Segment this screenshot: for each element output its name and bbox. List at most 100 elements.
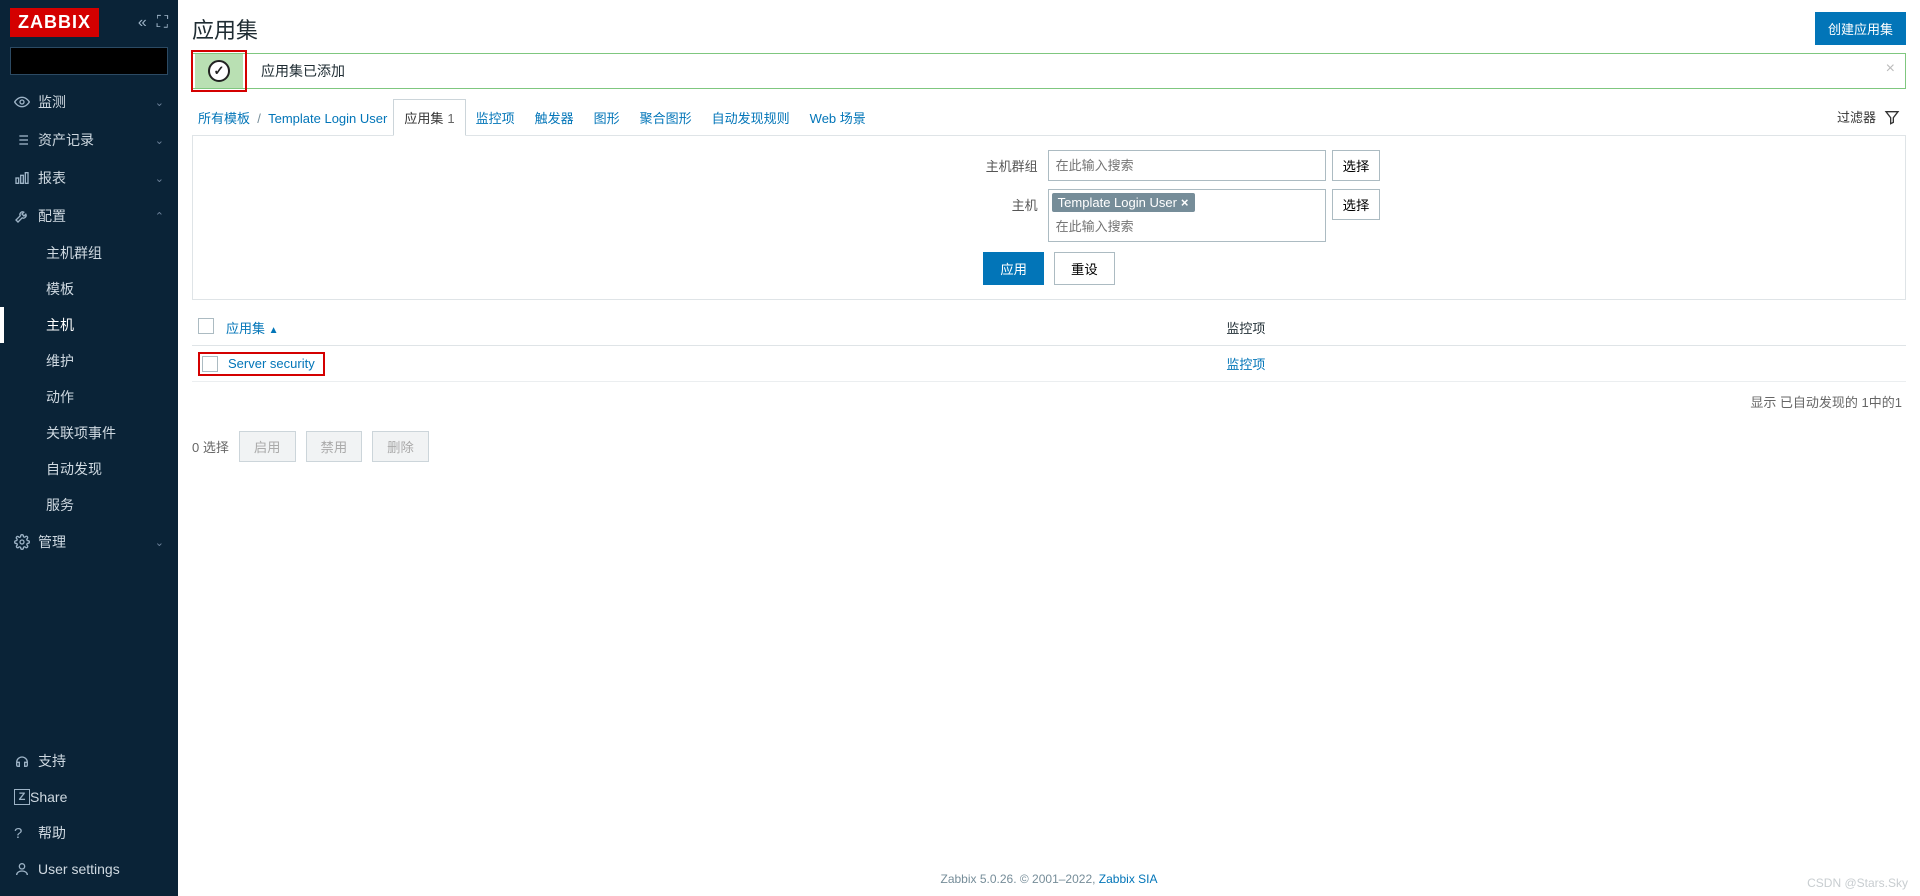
collapse-sidebar-icon[interactable]: «: [138, 14, 147, 32]
page-title: 应用集: [192, 13, 258, 45]
main-content: 应用集 创建应用集 ✓ 应用集已添加 × 所有模板 / Template Log…: [178, 0, 1920, 896]
chevron-down-icon: ⌄: [155, 96, 164, 109]
sidebar-header: ZABBIX « ⛶: [0, 0, 178, 43]
tab-discovery-rules[interactable]: 自动发现规则: [702, 100, 800, 135]
gear-icon: [14, 534, 38, 550]
page-header: 应用集 创建应用集: [178, 0, 1920, 53]
check-icon: ✓: [208, 60, 230, 82]
nav-sub-templates[interactable]: 模板: [0, 271, 178, 307]
tab-graphs[interactable]: 图形: [584, 100, 630, 135]
tab-applications[interactable]: 应用集1: [393, 99, 465, 136]
hostgroup-multiselect[interactable]: [1048, 150, 1326, 181]
page-footer: Zabbix 5.0.26. © 2001–2022, Zabbix SIA: [178, 854, 1920, 896]
filter-panel: 主机群组 选择 主机 Template Log: [192, 136, 1906, 300]
filter-icon: [1884, 109, 1900, 125]
breadcrumb: 所有模板 / Template Login User: [192, 100, 393, 135]
apply-filter-button[interactable]: 应用: [983, 252, 1044, 285]
nav-label: 报表: [38, 168, 155, 188]
nav-sub-hosts[interactable]: 主机: [0, 307, 178, 343]
reset-filter-button[interactable]: 重设: [1054, 252, 1115, 285]
close-message-button[interactable]: ×: [1886, 60, 1895, 78]
user-icon: [14, 861, 38, 877]
nav-label: 管理: [38, 532, 155, 552]
nav-label: 支持: [38, 751, 164, 771]
z-icon: Z: [14, 789, 30, 805]
sort-asc-icon: ▲: [269, 325, 279, 336]
host-input[interactable]: [1052, 215, 1322, 238]
hostgroup-label: 主机群组: [718, 150, 1038, 175]
chevron-up-icon: ⌃: [155, 210, 164, 223]
chevron-down-icon: ⌄: [155, 536, 164, 549]
tab-items[interactable]: 监控项: [466, 100, 525, 135]
nav-footer: 支持 Z Share ? 帮助 User settings: [0, 742, 178, 896]
nav-configuration[interactable]: 配置 ⌃: [0, 197, 178, 235]
nav-sub-maintenance[interactable]: 维护: [0, 343, 178, 379]
hostgroup-select-button[interactable]: 选择: [1332, 150, 1381, 181]
logo[interactable]: ZABBIX: [10, 8, 99, 37]
nav-support[interactable]: 支持: [0, 742, 178, 780]
nav-main: 监测 ⌄ 资产记录 ⌄ 报表 ⌄ 配置 ⌃ 主机群组 模板 主机: [0, 83, 178, 742]
remove-tag-icon[interactable]: ×: [1181, 195, 1189, 210]
create-application-button[interactable]: 创建应用集: [1815, 12, 1906, 45]
chevron-down-icon: ⌄: [155, 172, 164, 185]
select-all-checkbox[interactable]: [198, 318, 214, 334]
help-icon: ?: [14, 825, 38, 842]
row-checkbox[interactable]: [202, 356, 218, 372]
nav-configuration-sub: 主机群组 模板 主机 维护 动作 关联项事件 自动发现 服务: [0, 235, 178, 523]
tab-web-scenarios[interactable]: Web 场景: [800, 100, 876, 135]
nav-sub-correlation[interactable]: 关联项事件: [0, 415, 178, 451]
nav-sub-hostgroups[interactable]: 主机群组: [0, 235, 178, 271]
breadcrumb-current[interactable]: Template Login User: [268, 111, 387, 126]
nav-label: 配置: [38, 206, 155, 226]
bulk-disable-button[interactable]: 禁用: [306, 431, 363, 462]
host-multiselect[interactable]: Template Login User ×: [1048, 189, 1326, 242]
filter-toggle[interactable]: 过滤器: [1831, 103, 1906, 130]
bulk-enable-button[interactable]: 启用: [239, 431, 296, 462]
tab-triggers[interactable]: 触发器: [525, 100, 584, 135]
message-text: 应用集已添加: [247, 61, 345, 81]
nav-admin[interactable]: 管理 ⌄: [0, 523, 178, 561]
applications-table: 应用集 ▲ 监控项 Server security 监控项: [192, 310, 1906, 382]
wrench-icon: [14, 208, 38, 224]
hostgroup-input[interactable]: [1052, 154, 1322, 177]
table-row: Server security 监控项: [192, 346, 1906, 382]
table-footer: 显示 已自动发现的 1中的1: [192, 382, 1906, 421]
watermark: CSDN @Stars.Sky: [1807, 876, 1908, 890]
nav-label: 资产记录: [38, 130, 155, 150]
nav-reports[interactable]: 报表 ⌄: [0, 159, 178, 197]
nav-share[interactable]: Z Share: [0, 780, 178, 814]
nav-sub-actions[interactable]: 动作: [0, 379, 178, 415]
nav-help[interactable]: ? 帮助: [0, 814, 178, 852]
expand-window-icon[interactable]: ⛶: [157, 14, 168, 32]
eye-icon: [14, 94, 38, 110]
nav-monitoring[interactable]: 监测 ⌄: [0, 83, 178, 121]
col-header-app[interactable]: 应用集 ▲: [226, 321, 279, 336]
application-link[interactable]: Server security: [228, 356, 315, 371]
nav-label: Share: [30, 789, 164, 805]
host-select-button[interactable]: 选择: [1332, 189, 1381, 220]
footer-link[interactable]: Zabbix SIA: [1099, 872, 1158, 886]
nav-label: User settings: [38, 861, 164, 877]
list-icon: [14, 132, 38, 148]
nav-sub-services[interactable]: 服务: [0, 487, 178, 523]
success-message: ✓ 应用集已添加 ×: [192, 53, 1906, 89]
chart-icon: [14, 170, 38, 186]
chevron-down-icon: ⌄: [155, 134, 164, 147]
bulk-actions: 0 选择 启用 禁用 删除: [192, 431, 1906, 462]
tabs-row: 所有模板 / Template Login User 应用集1 监控项 触发器 …: [192, 99, 1906, 136]
host-tag: Template Login User ×: [1052, 193, 1195, 212]
row-items-link[interactable]: 监控项: [1226, 357, 1265, 372]
selected-count: 0 选择: [192, 437, 229, 456]
nav-label: 帮助: [38, 823, 164, 843]
host-label: 主机: [718, 189, 1038, 214]
sidebar-search: [0, 43, 178, 83]
search-input[interactable]: [19, 54, 196, 69]
bulk-delete-button[interactable]: 删除: [372, 431, 429, 462]
nav-sub-discovery[interactable]: 自动发现: [0, 451, 178, 487]
nav-user-settings[interactable]: User settings: [0, 852, 178, 886]
nav-inventory[interactable]: 资产记录 ⌄: [0, 121, 178, 159]
breadcrumb-root[interactable]: 所有模板: [198, 111, 250, 126]
headset-icon: [14, 753, 38, 769]
tab-screens[interactable]: 聚合图形: [630, 100, 702, 135]
sidebar: ZABBIX « ⛶ 监测 ⌄ 资产记录 ⌄: [0, 0, 178, 896]
